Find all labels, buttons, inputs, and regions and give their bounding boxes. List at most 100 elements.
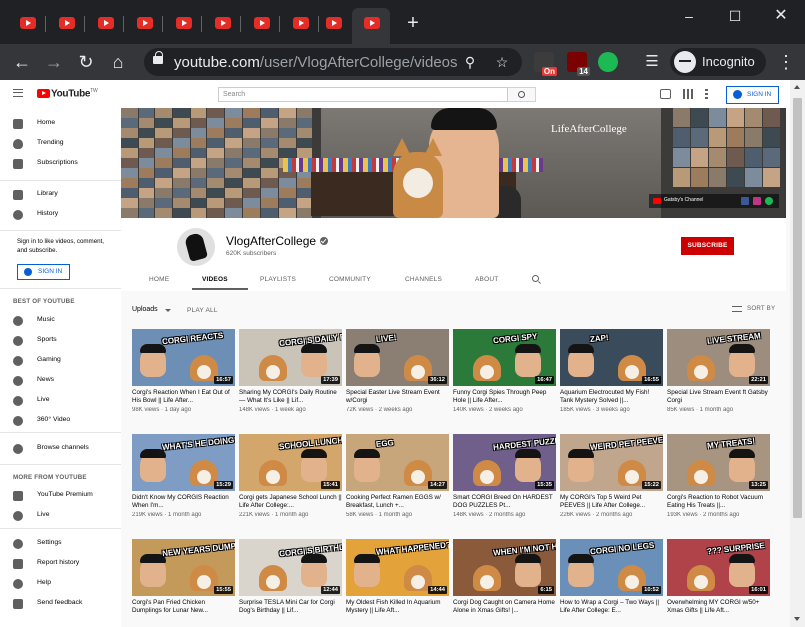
- youtube-logo-text[interactable]: YouTubeTW: [51, 88, 98, 99]
- zoom-icon[interactable]: ⚲: [460, 52, 480, 72]
- media-control-icon[interactable]: ☰: [640, 50, 664, 74]
- home-icon[interactable]: ⌂: [106, 50, 130, 74]
- video-thumbnail[interactable]: SCHOOL LUNCH 15:41: [239, 434, 342, 491]
- video-card[interactable]: ZAP! 16:55 Aquarium Electrocuted My Fish! …: [560, 329, 663, 429]
- tab-channels[interactable]: CHANNELS: [405, 276, 442, 283]
- guide-item-music[interactable]: Music: [0, 313, 121, 329]
- video-thumbnail[interactable]: NEW YEARS DUMPLINGS 15:55: [132, 539, 235, 596]
- facebook-icon[interactable]: [741, 197, 749, 205]
- sign-in-button[interactable]: SIGN IN: [726, 86, 779, 104]
- url-text[interactable]: youtube.com/user/VlogAfterCollege/videos: [174, 54, 458, 71]
- video-title[interactable]: Corgi's Pan Fried Chicken Dumplings for …: [132, 599, 235, 615]
- video-card[interactable]: NEW YEARS DUMPLINGS 15:55 Corgi's Pan Frie…: [132, 539, 235, 627]
- sort-by-button[interactable]: SORT BY: [747, 305, 775, 312]
- settings-dots-icon[interactable]: [705, 89, 708, 99]
- video-card[interactable]: WHEN I'M NOT HOME? 6:15 Corgi Dog Caught o…: [453, 539, 556, 627]
- web-link-icon[interactable]: [765, 197, 773, 205]
- video-title[interactable]: Overwhelming MY CORGI w/50+ Xmas Gifts |…: [667, 599, 770, 615]
- address-bar[interactable]: youtube.com/user/VlogAfterCollege/videos…: [144, 48, 522, 76]
- video-thumbnail[interactable]: CORGI REACTS 16:57: [132, 329, 235, 386]
- guide-item-browse-channels[interactable]: Browse channels: [0, 441, 121, 457]
- page-scrollbar[interactable]: [790, 80, 805, 627]
- guide-sign-in-button[interactable]: SIGN IN: [17, 264, 70, 280]
- channel-name[interactable]: VlogAfterCollege: [226, 234, 316, 248]
- video-title[interactable]: Funny Corgi Spies Through Peep Hole || L…: [453, 389, 556, 405]
- forward-arrow-icon[interactable]: →: [42, 50, 66, 74]
- sort-icon[interactable]: [732, 306, 742, 312]
- video-title[interactable]: Corgi's Reaction When I Eat Out of His B…: [132, 389, 235, 405]
- browser-tab[interactable]: [242, 10, 280, 38]
- video-title[interactable]: Smart CORGI Breed On HARDEST DOG PUZZLES…: [453, 494, 556, 510]
- video-card[interactable]: CORGI SPY 16:47 Funny Corgi Spies Through …: [453, 329, 556, 429]
- video-title[interactable]: Surprise TESLA Mini Car for Corgi Dog's …: [239, 599, 342, 615]
- guide-item-gaming[interactable]: Gaming: [0, 353, 121, 369]
- caret-down-icon[interactable]: [165, 309, 171, 312]
- browser-tab[interactable]: [86, 10, 124, 38]
- video-thumbnail[interactable]: ZAP! 16:55: [560, 329, 663, 386]
- guide-item-trending[interactable]: Trending: [0, 136, 121, 152]
- extension-on-icon[interactable]: On: [534, 52, 557, 76]
- browser-tab[interactable]: [8, 10, 46, 38]
- video-title[interactable]: Sharing My CORGI's Daily Routine — What …: [239, 389, 342, 405]
- youtube-link-icon[interactable]: [653, 198, 661, 204]
- maximize-button[interactable]: ☐: [721, 6, 749, 26]
- scroll-down-arrow-icon[interactable]: [794, 617, 800, 621]
- browser-tab[interactable]: [164, 10, 202, 38]
- video-thumbnail[interactable]: CORGI'S BIRTHDAY TESLA12:44: [239, 539, 342, 596]
- menu-dots-icon[interactable]: ⋮: [774, 50, 798, 74]
- video-card[interactable]: HARDEST PUZZLES 15:35 Smart CORGI Breed On…: [453, 434, 556, 534]
- incognito-profile-button[interactable]: Incognito: [670, 48, 766, 76]
- video-card[interactable]: WHAT HAPPENED? 14:44 My Oldest Fish Killed…: [346, 539, 449, 627]
- green-extension-icon[interactable]: [598, 52, 618, 72]
- video-title[interactable]: My Oldest Fish Killed In Aquarium Myster…: [346, 599, 449, 615]
- video-card[interactable]: ??? SURPRISE 16:01 Overwhelming MY CORGI w…: [667, 539, 770, 627]
- video-thumbnail[interactable]: WEIRD PET PEEVES 15:22: [560, 434, 663, 491]
- lock-icon[interactable]: [153, 51, 163, 64]
- back-arrow-icon[interactable]: ←: [10, 50, 34, 74]
- video-card[interactable]: LIVE! 36:12 Special Easter Live Stream Eve…: [346, 329, 449, 429]
- video-thumbnail[interactable]: ??? SURPRISE 16:01: [667, 539, 770, 596]
- video-card[interactable]: CORGI'S DAILY ROUTINE 17:39 Sharing My COR…: [239, 329, 342, 429]
- video-title[interactable]: Aquarium Electrocuted My Fish! Tank Myst…: [560, 389, 663, 405]
- guide-menu-icon[interactable]: [13, 89, 23, 97]
- create-video-icon[interactable]: [660, 89, 671, 99]
- guide-item-live-broadcast[interactable]: Live: [0, 508, 121, 524]
- new-tab-button[interactable]: +: [402, 12, 424, 34]
- video-title[interactable]: Special Easter Live Stream Event w/Corgi: [346, 389, 449, 405]
- video-card[interactable]: WHAT'S HE DOING? 15:29 Didn't Know My CORG…: [132, 434, 235, 534]
- video-title[interactable]: Corgi's Reaction to Robot Vacuum Eating …: [667, 494, 770, 510]
- video-thumbnail[interactable]: WHAT HAPPENED? 14:44: [346, 539, 449, 596]
- guide-item-help[interactable]: Help: [0, 576, 121, 592]
- guide-item-history[interactable]: History: [0, 207, 121, 223]
- channel-search-icon[interactable]: [532, 275, 539, 282]
- video-thumbnail[interactable]: WHEN I'M NOT HOME? 6:15: [453, 539, 556, 596]
- guide-item-library[interactable]: Library: [0, 187, 121, 203]
- video-title[interactable]: Corgi Dog Caught on Camera Home Alone in…: [453, 599, 556, 615]
- browser-tab-active[interactable]: [352, 8, 390, 44]
- tab-home[interactable]: HOME: [149, 276, 169, 283]
- video-card[interactable]: LIVE STREAM 22:21 Special Live Stream Even…: [667, 329, 770, 429]
- guide-item-sports[interactable]: Sports: [0, 333, 121, 349]
- video-thumbnail[interactable]: MY TREATS! 13:25: [667, 434, 770, 491]
- ublock-icon[interactable]: 14: [567, 52, 590, 76]
- video-thumbnail[interactable]: HARDEST PUZZLES 15:35: [453, 434, 556, 491]
- tab-community[interactable]: COMMUNITY: [329, 276, 371, 283]
- video-thumbnail[interactable]: CORGI NO LEGS 10:52: [560, 539, 663, 596]
- video-card[interactable]: EGG 14:27 Cooking Perfect Ramen EGGS w/ Br…: [346, 434, 449, 534]
- scrollbar-thumb[interactable]: [793, 98, 802, 518]
- youtube-logo-icon[interactable]: [37, 89, 50, 98]
- video-thumbnail[interactable]: LIVE STREAM 22:21: [667, 329, 770, 386]
- video-title[interactable]: Cooking Perfect Ramen EGGS w/ Breakfast,…: [346, 494, 449, 510]
- reload-icon[interactable]: ↻: [74, 50, 98, 74]
- guide-item-report-history[interactable]: Report history: [0, 556, 121, 572]
- browser-tab[interactable]: [125, 10, 163, 38]
- video-thumbnail[interactable]: WHAT'S HE DOING? 15:29: [132, 434, 235, 491]
- search-input[interactable]: Search: [218, 87, 508, 102]
- video-thumbnail[interactable]: CORGI SPY 16:47: [453, 329, 556, 386]
- video-card[interactable]: SCHOOL LUNCH 15:41 Corgi gets Japanese Sch…: [239, 434, 342, 534]
- guide-item-youtube-premium[interactable]: YouTube Premium: [0, 488, 121, 504]
- close-window-button[interactable]: ✕: [767, 6, 795, 26]
- guide-item-subscriptions[interactable]: Subscriptions: [0, 156, 121, 172]
- video-title[interactable]: How to Wrap a Corgi – Two Ways || Life A…: [560, 599, 663, 615]
- tab-playlists[interactable]: PLAYLISTS: [260, 276, 296, 283]
